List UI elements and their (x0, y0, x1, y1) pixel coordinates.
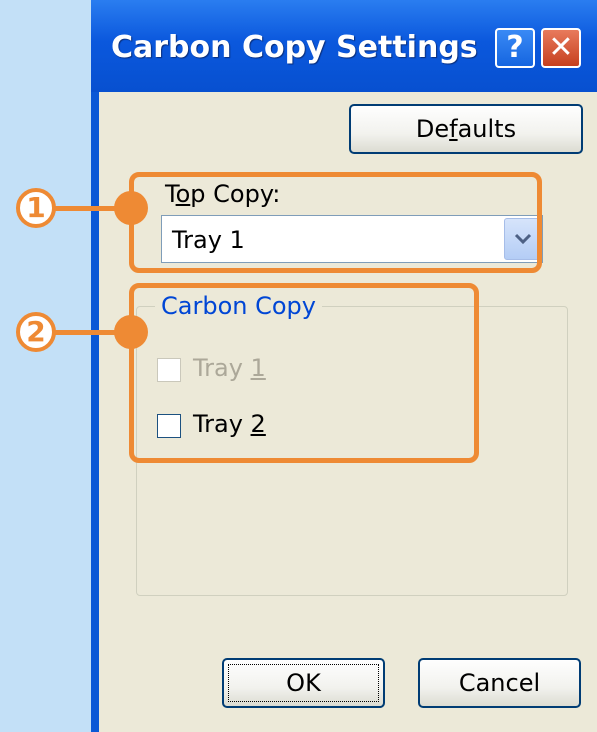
callout-2-dot (114, 315, 148, 349)
callout-2-number: 2 (16, 312, 56, 352)
close-button[interactable]: ✕ (541, 28, 581, 68)
help-button[interactable]: ? (495, 28, 535, 68)
close-icon: ✕ (548, 30, 574, 65)
cancel-button[interactable]: Cancel (418, 658, 581, 708)
defaults-label-pre: De (415, 115, 450, 143)
window-title: Carbon Copy Settings (111, 30, 478, 65)
top-copy-highlight (129, 172, 542, 273)
callout-1-number: 1 (16, 188, 56, 228)
ok-button[interactable]: OK (222, 658, 385, 708)
defaults-label-accel: f (449, 115, 458, 143)
focus-rect (228, 664, 379, 702)
help-icon: ? (506, 30, 524, 65)
carbon-copy-highlight (129, 283, 479, 463)
defaults-label-post: aults (457, 115, 517, 143)
defaults-button[interactable]: Defaults (349, 104, 583, 154)
cancel-label: Cancel (458, 669, 541, 697)
title-bar[interactable]: Carbon Copy Settings ? ✕ (91, 0, 597, 92)
callout-1-dot (114, 191, 148, 225)
